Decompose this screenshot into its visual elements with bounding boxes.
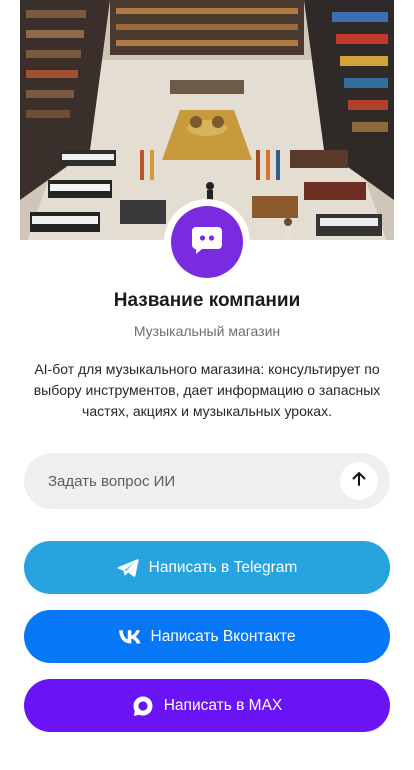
write-vkontakte-button[interactable]: Написать Вконтакте	[24, 610, 390, 663]
write-max-button[interactable]: Написать в MAX	[24, 679, 390, 732]
arrow-up-icon	[350, 470, 368, 493]
avatar	[171, 206, 243, 278]
send-button[interactable]	[340, 462, 378, 500]
write-telegram-button[interactable]: Написать в Telegram	[24, 541, 390, 594]
write-max-label: Написать в MAX	[163, 696, 283, 714]
vk-icon	[118, 629, 141, 644]
company-name: Название компании	[113, 290, 301, 311]
write-telegram-label: Написать в Telegram	[148, 558, 298, 576]
ask-ai-box	[24, 453, 390, 509]
chat-bubble-icon	[188, 221, 226, 264]
max-icon	[132, 695, 154, 717]
company-description: AI-бот для музыкального магазина: консул…	[33, 361, 381, 419]
telegram-icon	[117, 558, 139, 578]
company-category: Музыкальный магазин	[133, 323, 281, 339]
write-vkontakte-label: Написать Вконтакте	[150, 627, 296, 645]
ask-ai-input[interactable]	[48, 453, 328, 509]
page: Название компании Музыкальный магазин AI…	[0, 0, 414, 770]
